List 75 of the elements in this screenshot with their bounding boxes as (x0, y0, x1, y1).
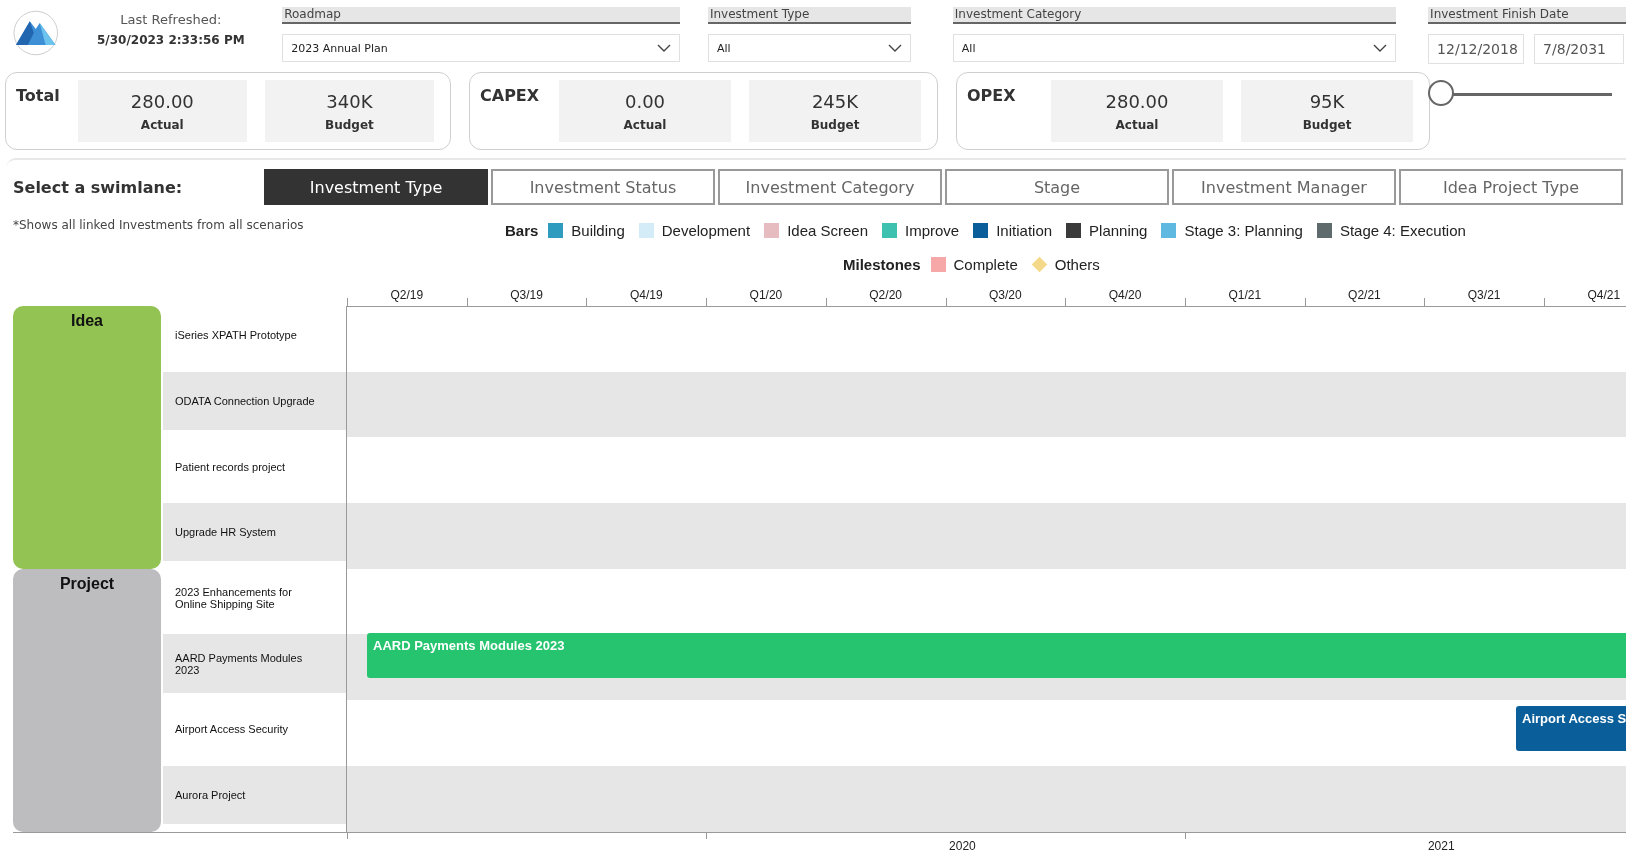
quarter-label: Q2/19 (390, 288, 424, 302)
filter-dropdown[interactable]: All (707, 34, 911, 62)
kpi-title: CAPEX (480, 85, 541, 107)
quarter-label: Q4/21 (1587, 288, 1621, 302)
kpi-title: OPEX (967, 85, 1017, 107)
kpi-label: Actual (1115, 117, 1159, 132)
swimlane-tab[interactable]: Investment Category (718, 169, 942, 205)
legend-title: Milestones (843, 256, 921, 273)
legend-label: Development (661, 222, 751, 239)
legend-label: Initiation (996, 222, 1053, 239)
swimlane-tab[interactable]: Investment Status (491, 169, 715, 205)
quarter-label: Q1/20 (749, 288, 783, 302)
legend-label: Improve (905, 222, 960, 239)
swimlane-tab[interactable]: Stage (945, 169, 1169, 205)
kpi-label: Actual (140, 117, 184, 132)
year-label: 2020 (949, 838, 976, 852)
group-label: Idea (71, 312, 103, 331)
investment-name: 2023 Enhancements for Online Shipping Site (175, 585, 293, 610)
legend-label: Stage 4: Execution (1339, 222, 1466, 239)
group-label: Project (59, 574, 115, 594)
legend-label: Planning (1089, 222, 1148, 239)
investment-name: Upgrade HR System (175, 526, 276, 539)
quarter-label: Q4/19 (629, 288, 663, 302)
filter-label: Roadmap (282, 7, 680, 24)
quarter-label: Q3/19 (510, 288, 543, 302)
filter-dropdown[interactable]: All (952, 34, 1397, 62)
kpi-label: Budget (325, 117, 374, 132)
filter-label: Investment Type (707, 7, 911, 24)
filter-label: Investment Finish Date (1428, 7, 1626, 24)
legend-label: Idea Screen (787, 222, 868, 239)
swimlane-tab[interactable]: Investment Type (264, 169, 488, 205)
end-date-field[interactable]: 7/8/2031 (1534, 34, 1625, 64)
swimlane-label: Select a swimlane: (12, 177, 184, 197)
last-refreshed-label: Last Refreshed: (120, 12, 222, 27)
timeline-bar[interactable]: Airport Access S (1516, 706, 1626, 752)
slider-handle[interactable] (1428, 80, 1455, 106)
investment-name: Patient records project (175, 460, 286, 473)
chevron-down-icon (887, 44, 902, 52)
mountain-logo-icon (12, 9, 60, 57)
chevron-down-icon (656, 44, 671, 52)
investment-name: iSeries XPATH Prototype (175, 329, 297, 342)
investment-name: Airport Access Security (175, 723, 289, 736)
kpi-value: 95K (1309, 90, 1345, 112)
quarter-label: Q4/20 (1108, 288, 1142, 302)
legend-label: Stage 3: Planning (1184, 222, 1303, 239)
kpi-title: Total (16, 85, 60, 107)
kpi-label: Budget (810, 117, 860, 132)
start-date-field[interactable]: 12/12/2018 (1428, 34, 1525, 64)
investment-name: AARD Payments Modules 2023 (175, 651, 304, 676)
quarter-label: Q2/20 (869, 288, 902, 302)
kpi-value: 340K (326, 90, 373, 112)
legend-label: Building (571, 222, 625, 239)
kpi-label: Budget (1302, 117, 1352, 132)
legend-label: Others (1054, 256, 1100, 273)
chevron-down-icon (1373, 44, 1388, 52)
investment-name: Aurora Project (175, 789, 246, 802)
legend-label: Complete (953, 256, 1018, 273)
quarter-label: Q1/21 (1228, 288, 1262, 302)
footnote: *Shows all linked Investments from all scenarios (13, 218, 304, 232)
year-label: 2021 (1427, 838, 1455, 852)
last-refreshed-value: 5/30/2023 2:33:56 PM (97, 33, 245, 47)
kpi-value: 245K (811, 90, 859, 112)
swimlane-tab[interactable]: Investment Manager (1172, 169, 1396, 205)
investment-name: ODATA Connection Upgrade (175, 394, 315, 407)
kpi-value: 280.00 (130, 90, 194, 112)
quarter-label: Q3/20 (989, 288, 1022, 302)
filter-dropdown[interactable]: 2023 Annual Plan (282, 34, 680, 62)
quarter-label: Q3/21 (1467, 288, 1501, 302)
legend-title: Bars (505, 222, 539, 239)
filter-label: Investment Category (952, 7, 1397, 24)
kpi-label: Actual (623, 117, 667, 132)
kpi-value: 280.00 (1105, 90, 1169, 112)
quarter-label: Q2/21 (1348, 288, 1381, 302)
swimlane-tab[interactable]: Idea Project Type (1399, 169, 1623, 205)
kpi-value: 0.00 (624, 90, 666, 112)
